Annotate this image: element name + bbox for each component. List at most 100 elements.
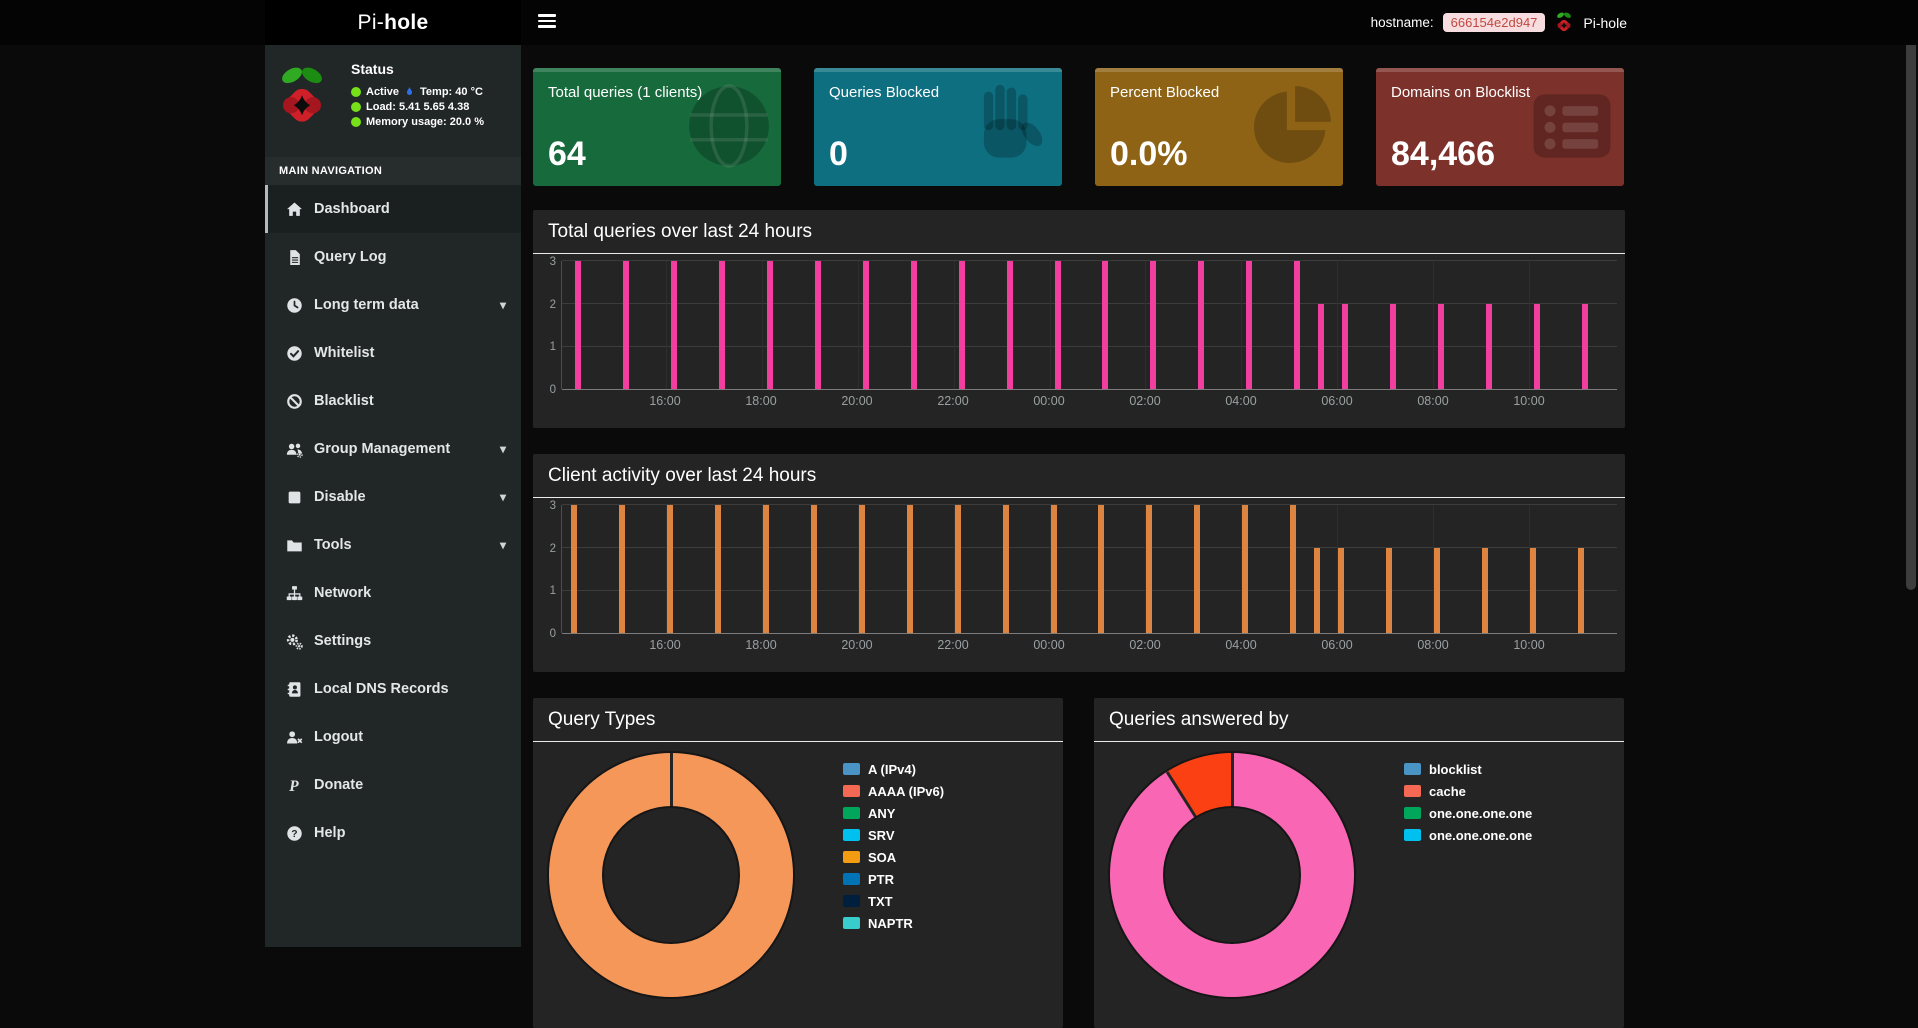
client-activity-24h-bar	[1098, 505, 1104, 633]
total-queries-24h-bar	[623, 261, 629, 389]
scrollbar-thumb[interactable]	[1906, 6, 1916, 590]
queries-answered-legend: blocklist cache one.one.one.one one.one.…	[1404, 760, 1532, 848]
legend-item-upstream-2[interactable]: one.one.one.one	[1404, 826, 1532, 844]
x-tick-label: 22:00	[937, 394, 968, 408]
client-activity-24h-bar	[859, 505, 865, 633]
total-queries-24h-bar	[1534, 304, 1540, 389]
legend-item-blocklist[interactable]: blocklist	[1404, 760, 1532, 778]
chart-title: Query Types	[533, 698, 1063, 742]
legend-item-a-ipv4[interactable]: A (IPv4)	[843, 760, 944, 778]
legend-swatch	[843, 785, 860, 797]
x-tick-label: 04:00	[1225, 638, 1256, 652]
client-activity-24h-bar	[667, 505, 673, 633]
legend-item-naptr[interactable]: NAPTR	[843, 914, 944, 932]
legend-item-any[interactable]: ANY	[843, 804, 944, 822]
client-activity-24h-bar	[763, 505, 769, 633]
chevron-down-icon: ▾	[500, 298, 506, 312]
total-queries-24h-bar	[1007, 261, 1013, 389]
queries-answered-by-box: Queries answered by blocklist cache one.…	[1094, 698, 1624, 1028]
x-tick-label: 20:00	[841, 394, 872, 408]
question-circle-icon	[286, 825, 303, 842]
sidebar-item-group-management[interactable]: Group Management ▾	[265, 425, 521, 473]
gridline-x	[666, 261, 667, 389]
address-book-icon	[286, 681, 303, 698]
x-tick-label: 18:00	[745, 638, 776, 652]
sidebar-item-query-log[interactable]: Query Log	[265, 233, 521, 281]
x-axis-labels: 16:0018:0020:0022:0000:0002:0004:0006:00…	[561, 638, 1617, 654]
query-types-legend: A (IPv4) AAAA (IPv6) ANY SRV SOA PTR TXT…	[843, 760, 944, 936]
client-activity-24h-bar	[1482, 548, 1488, 633]
card-domains-on-blocklist: Domains on Blocklist 84,466	[1376, 68, 1624, 186]
client-activity-24h-bar	[715, 505, 721, 633]
gridline-x	[1433, 261, 1434, 389]
client-activity-24h-bar	[1338, 548, 1344, 633]
client-activity-24h-bar	[1003, 505, 1009, 633]
x-tick-label: 00:00	[1033, 394, 1064, 408]
total-queries-24h-bar	[911, 261, 917, 389]
client-activity-24h-bar	[1386, 548, 1392, 633]
sidebar-item-whitelist[interactable]: Whitelist	[265, 329, 521, 377]
client-activity-24h-bar	[955, 505, 961, 633]
x-tick-label: 16:00	[649, 394, 680, 408]
total-queries-chart-box: Total queries over last 24 hours 0123 16…	[533, 210, 1625, 428]
client-activity-24h-bar	[1290, 505, 1296, 633]
bottom-row: Query Types A (IPv4) AAAA (IPv6) ANY SRV…	[533, 698, 1625, 1028]
x-tick-label: 16:00	[649, 638, 680, 652]
navbar-brand-label: Pi-hole	[1583, 15, 1627, 31]
sidebar-item-dashboard[interactable]: Dashboard	[265, 185, 521, 233]
hostname-label: hostname:	[1371, 15, 1434, 30]
sidebar-toggle-button[interactable]	[538, 14, 556, 30]
pie-chart-icon	[1247, 82, 1335, 170]
pihole-logo[interactable]: Pi-hole	[265, 0, 521, 45]
chevron-down-icon: ▾	[500, 490, 506, 504]
gridline-x	[1050, 261, 1051, 389]
gridline-x	[1529, 261, 1530, 389]
query-types-donut	[549, 753, 793, 997]
legend-item-srv[interactable]: SRV	[843, 826, 944, 844]
sidebar-item-network[interactable]: Network	[265, 569, 521, 617]
sidebar-item-donate[interactable]: Donate	[265, 761, 521, 809]
card-queries-blocked: Queries Blocked 0	[814, 68, 1062, 186]
total-queries-24h-bar	[1198, 261, 1204, 389]
client-activity-24h-bar	[811, 505, 817, 633]
users-icon	[286, 441, 303, 458]
total-queries-24h-bar	[1582, 304, 1588, 389]
sidebar-item-tools[interactable]: Tools ▾	[265, 521, 521, 569]
chevron-down-icon: ▾	[500, 442, 506, 456]
client-activity-chart-box: Client activity over last 24 hours 0123 …	[533, 454, 1625, 672]
client-activity-24h-bar	[1578, 548, 1584, 633]
sidebar-item-help[interactable]: Help	[265, 809, 521, 857]
x-tick-label: 08:00	[1417, 394, 1448, 408]
legend-swatch	[1404, 829, 1421, 841]
card-total-queries: Total queries (1 clients) 64	[533, 68, 781, 186]
legend-item-upstream-1[interactable]: one.one.one.one	[1404, 804, 1532, 822]
x-tick-label: 18:00	[745, 394, 776, 408]
status-memory: Memory usage: 20.0 %	[366, 116, 484, 128]
x-tick-label: 10:00	[1513, 638, 1544, 652]
legend-item-cache[interactable]: cache	[1404, 782, 1532, 800]
sidebar-item-long-term-data[interactable]: Long term data ▾	[265, 281, 521, 329]
sidebar-item-disable[interactable]: Disable ▾	[265, 473, 521, 521]
legend-item-soa[interactable]: SOA	[843, 848, 944, 866]
total-queries-24h-bar	[1246, 261, 1252, 389]
gridline-x	[762, 261, 763, 389]
status-load: Load: 5.41 5.65 4.38	[366, 101, 469, 113]
legend-swatch	[1404, 763, 1421, 775]
legend-swatch	[843, 917, 860, 929]
legend-item-ptr[interactable]: PTR	[843, 870, 944, 888]
total-queries-24h-bar	[1102, 261, 1108, 389]
x-tick-label: 22:00	[937, 638, 968, 652]
navbar-right: hostname: 666154e2d947 Pi-hole	[1371, 0, 1627, 45]
client-activity-24h-bar	[1314, 548, 1320, 633]
sidebar-item-logout[interactable]: Logout	[265, 713, 521, 761]
total-queries-24h-bar	[1294, 261, 1300, 389]
legend-item-txt[interactable]: TXT	[843, 892, 944, 910]
sidebar-item-settings[interactable]: Settings	[265, 617, 521, 665]
gridline-x	[1337, 261, 1338, 389]
legend-item-aaaa-ipv6[interactable]: AAAA (IPv6)	[843, 782, 944, 800]
sidebar-item-local-dns-records[interactable]: Local DNS Records	[265, 665, 521, 713]
y-tick-label: 0	[536, 384, 556, 396]
sidebar-item-blacklist[interactable]: Blacklist	[265, 377, 521, 425]
chart-title: Queries answered by	[1094, 698, 1624, 742]
x-tick-label: 06:00	[1321, 638, 1352, 652]
